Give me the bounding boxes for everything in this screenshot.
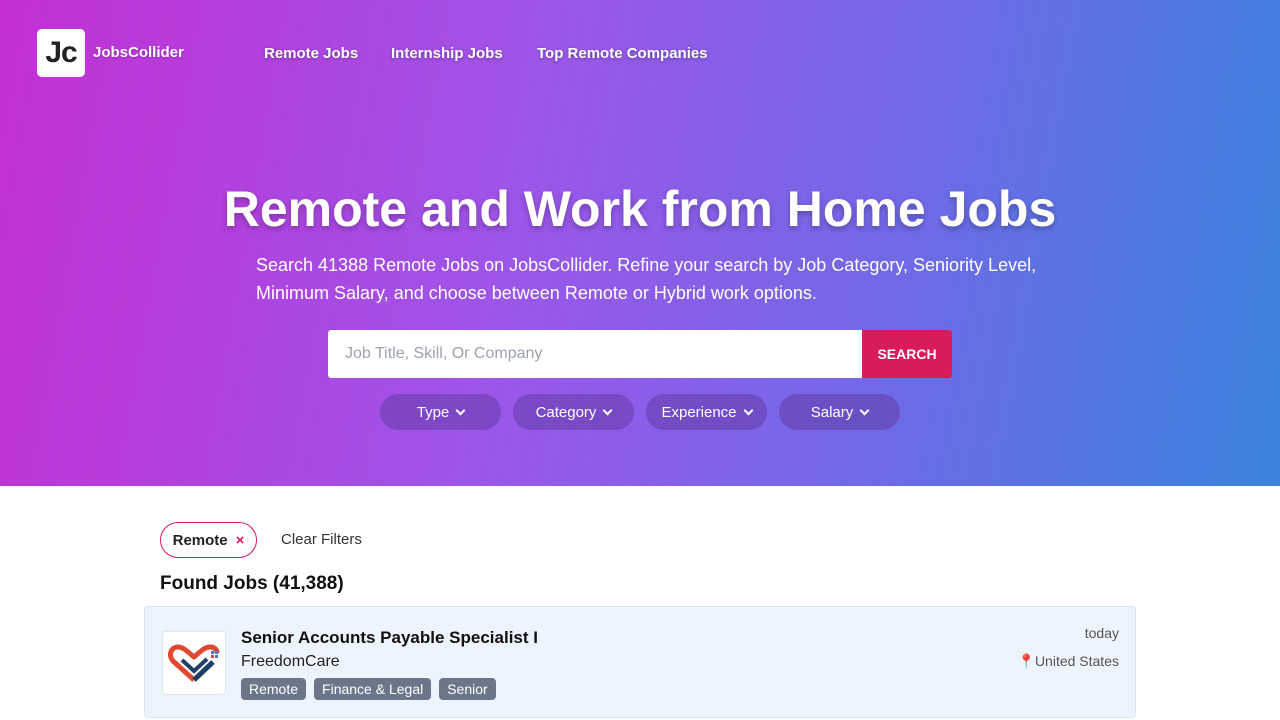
nav-remote-jobs[interactable]: Remote Jobs bbox=[264, 45, 358, 62]
job-title[interactable]: Senior Accounts Payable Specialist I bbox=[241, 628, 538, 648]
location-pin-icon: 📍 bbox=[1017, 653, 1035, 669]
tag-seniority[interactable]: Senior bbox=[439, 678, 496, 700]
chevron-down-icon bbox=[743, 405, 753, 415]
close-icon[interactable]: × bbox=[236, 532, 245, 549]
job-location: 📍United States bbox=[1018, 653, 1120, 670]
page-title: Remote and Work from Home Jobs bbox=[223, 181, 1057, 237]
filter-experience-label: Experience bbox=[661, 403, 737, 421]
job-tags: Remote Finance & Legal Senior bbox=[241, 678, 496, 700]
filter-experience-dropdown[interactable]: Experience bbox=[646, 394, 767, 430]
site-logo[interactable]: Jc bbox=[37, 29, 85, 77]
job-card[interactable]: Senior Accounts Payable Specialist I Fre… bbox=[144, 606, 1136, 718]
heart-logo-icon bbox=[168, 644, 220, 682]
search-bar: SEARCH bbox=[328, 330, 952, 378]
location-text: United States bbox=[1034, 653, 1119, 669]
company-logo bbox=[162, 631, 226, 695]
nav-internship-jobs[interactable]: Internship Jobs bbox=[391, 45, 503, 62]
brand-name[interactable]: JobsCollider bbox=[93, 44, 184, 61]
search-button[interactable]: SEARCH bbox=[862, 330, 952, 378]
tag-work-type[interactable]: Remote bbox=[241, 678, 307, 700]
company-name[interactable]: FreedomCare bbox=[241, 653, 340, 671]
filter-category-dropdown[interactable]: Category bbox=[513, 394, 634, 430]
active-filter-chip[interactable]: Remote × bbox=[160, 522, 257, 558]
posted-date: today bbox=[1084, 625, 1119, 641]
page-subtitle: Search 41388 Remote Jobs on JobsCollider… bbox=[256, 255, 1037, 303]
tag-category[interactable]: Finance & Legal bbox=[314, 678, 432, 700]
chevron-down-icon bbox=[602, 405, 613, 415]
filter-type-label: Type bbox=[416, 403, 450, 421]
hero-section: Jc JobsCollider Remote Jobs Internship J… bbox=[0, 0, 1280, 486]
search-input[interactable] bbox=[328, 330, 862, 378]
chevron-down-icon bbox=[455, 405, 466, 415]
filter-category-label: Category bbox=[535, 403, 597, 421]
active-filter-label: Remote bbox=[172, 531, 228, 549]
results-count: Found Jobs (41,388) bbox=[160, 573, 344, 594]
chevron-down-icon bbox=[859, 405, 870, 415]
filter-salary-label: Salary bbox=[810, 403, 854, 421]
filter-type-dropdown[interactable]: Type bbox=[380, 394, 501, 430]
clear-filters-button[interactable]: Clear Filters bbox=[281, 531, 362, 548]
nav-top-remote-companies[interactable]: Top Remote Companies bbox=[537, 45, 708, 62]
filter-salary-dropdown[interactable]: Salary bbox=[779, 394, 900, 430]
